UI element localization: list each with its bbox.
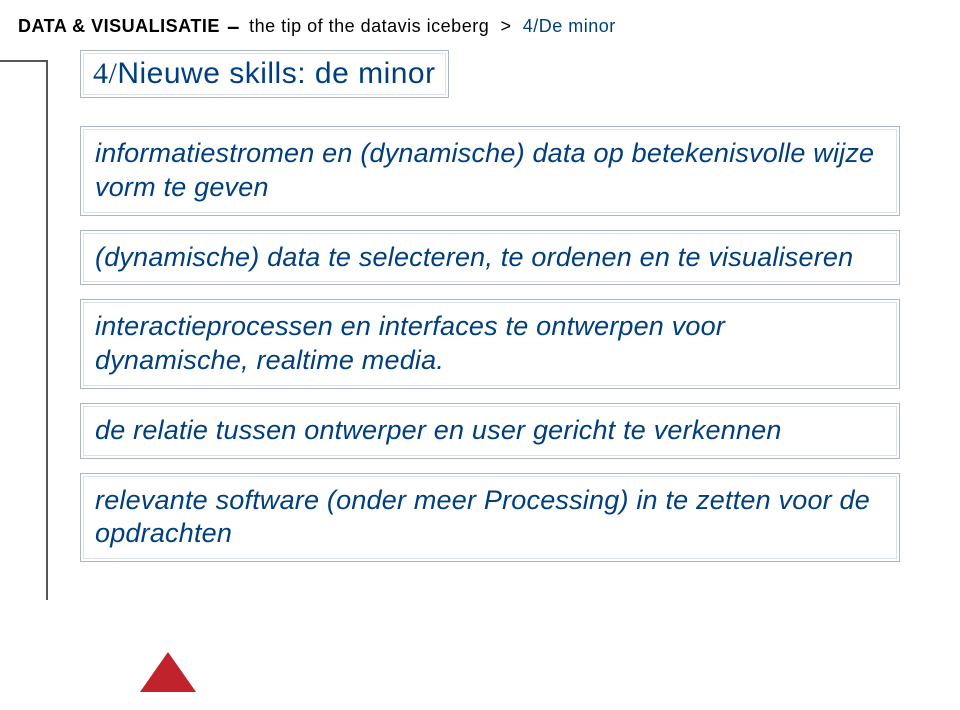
- list-item: de relatie tussen ontwerper en user geri…: [80, 403, 900, 459]
- list-item: relevante software (onder meer Processin…: [80, 473, 900, 563]
- tagline-text: the tip of the datavis iceberg: [249, 16, 489, 36]
- chevron-right-icon: >: [494, 16, 517, 36]
- item-text: informatiestromen en (dynamische) data o…: [95, 138, 874, 202]
- item-text: relevante software (onder meer Processin…: [95, 485, 870, 549]
- item-text: de relatie tussen ontwerper en user geri…: [95, 415, 782, 445]
- breadcrumb: DATA & VISUALISATIE – the tip of the dat…: [18, 14, 942, 40]
- separator-dash: –: [225, 14, 244, 39]
- slide-page: DATA & VISUALISATIE – the tip of the dat…: [0, 0, 960, 710]
- triangle-icon: [140, 652, 196, 692]
- content-area: 4/Nieuwe skills: de minor informatiestro…: [80, 50, 900, 576]
- title-box: 4/Nieuwe skills: de minor: [80, 50, 449, 98]
- page-title: 4/Nieuwe skills: de minor: [93, 57, 436, 90]
- list-item: informatiestromen en (dynamische) data o…: [80, 126, 900, 216]
- crumb-current: 4/De minor: [523, 16, 616, 36]
- list-item: interactieprocessen en interfaces te ont…: [80, 299, 900, 389]
- item-text: interactieprocessen en interfaces te ont…: [95, 311, 725, 375]
- item-text: (dynamische) data te selecteren, te orde…: [95, 242, 853, 272]
- divider-horizontal: [0, 60, 46, 62]
- title-text: Nieuwe skills: de minor: [117, 57, 435, 90]
- list-item: (dynamische) data te selecteren, te orde…: [80, 230, 900, 286]
- divider-vertical: [46, 60, 48, 600]
- title-prefix: 4/: [93, 57, 117, 90]
- brand-text: DATA & VISUALISATIE: [18, 16, 220, 36]
